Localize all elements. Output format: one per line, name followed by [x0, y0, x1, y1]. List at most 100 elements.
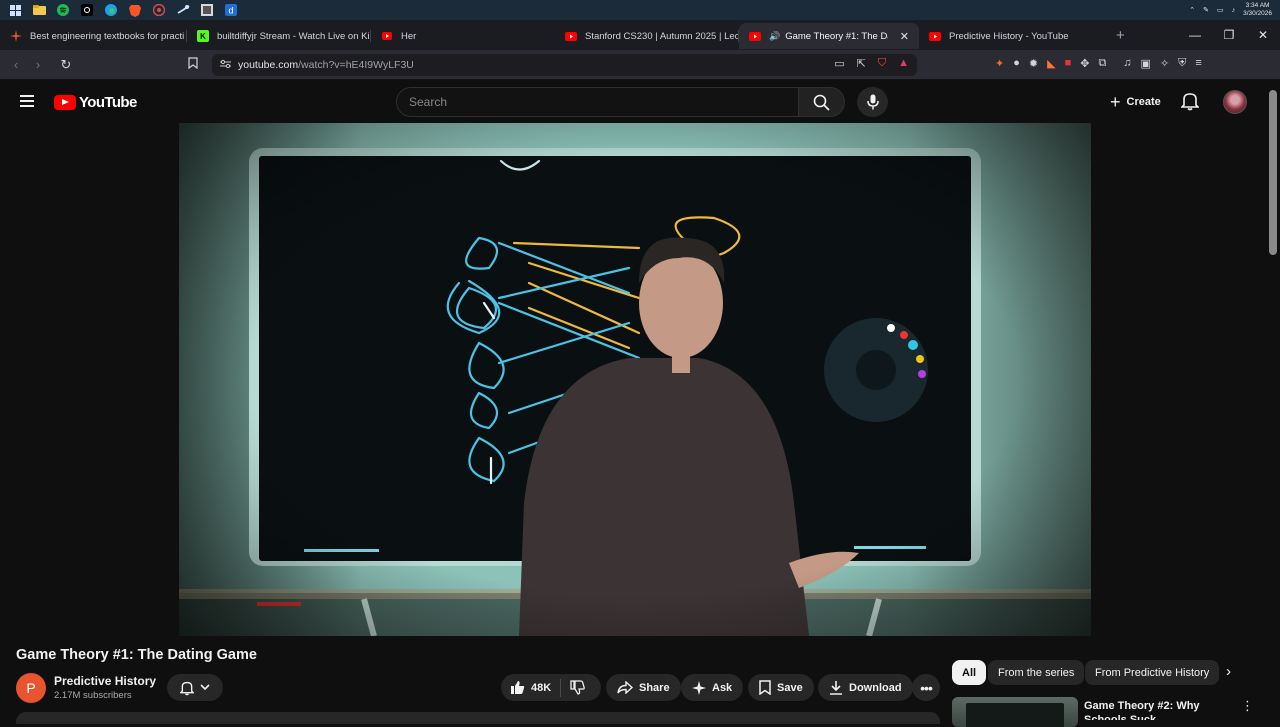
app-icon[interactable]: d: [222, 2, 240, 18]
video-title: Game Theory #1: The Dating Game: [16, 647, 257, 663]
site-settings-icon[interactable]: [212, 59, 238, 72]
extension-icon[interactable]: ✹: [1029, 57, 1038, 70]
save-label: Save: [777, 681, 803, 694]
video-player[interactable]: [179, 123, 1091, 636]
voice-search-button[interactable]: [857, 87, 888, 117]
vpn-icon[interactable]: ⛨: [1178, 57, 1186, 70]
wallet-icon[interactable]: ▣: [1141, 57, 1151, 70]
svg-text:d: d: [228, 6, 233, 16]
file-explorer-icon[interactable]: [30, 2, 48, 18]
download-button[interactable]: Download: [818, 674, 913, 701]
browser-tab[interactable]: K builtdiffyjr Stream - Watch Live on Ki: [187, 23, 371, 49]
brave-icon[interactable]: [126, 2, 144, 18]
media-icon[interactable]: ♫: [1123, 57, 1131, 70]
recommended-video-title[interactable]: Game Theory #2: Why Schools Suck: [1084, 699, 1234, 720]
tab-title: builtdiffyjr Stream - Watch Live on Ki: [217, 30, 370, 42]
microphone-icon: [866, 94, 879, 110]
app-icon[interactable]: [198, 2, 216, 18]
like-button[interactable]: 48K: [501, 674, 560, 701]
bookmark-icon[interactable]: [188, 57, 198, 72]
ask-button[interactable]: Ask: [681, 674, 744, 701]
audio-playing-icon[interactable]: 🔊: [769, 31, 780, 42]
youtube-logo[interactable]: YouTube: [54, 94, 137, 111]
back-icon[interactable]: ‹: [5, 57, 27, 72]
bell-icon: [180, 681, 194, 695]
dislike-button[interactable]: [561, 674, 594, 701]
search-icon: [813, 94, 830, 111]
video-frame: [179, 123, 1091, 636]
more-actions-button[interactable]: •••: [912, 674, 940, 701]
extension-icon[interactable]: ◣: [1047, 57, 1055, 70]
cast-icon[interactable]: ▭: [834, 57, 844, 70]
window-controls: — ❐ ✕: [1178, 20, 1280, 50]
close-window-icon[interactable]: ✕: [1246, 28, 1280, 42]
tab-title: Stanford CS230 | Autumn 2025 | Lect: [585, 30, 739, 42]
channel-name[interactable]: Predictive History: [54, 674, 156, 688]
brave-rewards-icon[interactable]: ▲: [898, 57, 909, 70]
search-button[interactable]: [798, 87, 845, 117]
edge-icon[interactable]: [102, 2, 120, 18]
steam-icon[interactable]: [174, 2, 192, 18]
address-bar[interactable]: youtube.com/watch?v=hE4I9WyLF3U ▭ ⇱ ⛉ ▲: [212, 54, 917, 76]
battery-icon[interactable]: ▭: [1217, 6, 1224, 14]
restore-icon[interactable]: ❐: [1212, 28, 1246, 42]
search-input[interactable]: [409, 95, 798, 109]
chevron-up-icon[interactable]: ⌃: [1189, 6, 1195, 14]
leo-ai-icon[interactable]: ✧: [1160, 57, 1169, 70]
windows-start-icon[interactable]: [6, 2, 24, 18]
chip-from-series[interactable]: From the series: [988, 660, 1085, 685]
youtube-favicon-icon: [381, 30, 393, 42]
share-page-icon[interactable]: ⇱: [857, 57, 866, 70]
hamburger-menu-icon[interactable]: [20, 95, 34, 107]
minimize-icon[interactable]: —: [1178, 28, 1212, 42]
spotify-icon[interactable]: [54, 2, 72, 18]
share-button[interactable]: Share: [606, 674, 681, 701]
new-tab-button[interactable]: +: [1116, 27, 1125, 44]
clock[interactable]: 3:34 AM 3/30/2026: [1243, 2, 1272, 18]
download-label: Download: [849, 681, 902, 694]
account-avatar[interactable]: [1223, 90, 1247, 114]
extension-icon[interactable]: ✦: [995, 57, 1004, 70]
browser-tab[interactable]: Stanford CS230 | Autumn 2025 | Lect: [555, 23, 739, 49]
extensions-row: ✦ ● ✹ ◣ ■ ✥ ⧉ ♫ ▣ ✧ ⛨ ≡: [995, 57, 1202, 70]
extension-icon[interactable]: ⧉: [1098, 57, 1106, 70]
description-box[interactable]: [16, 712, 940, 724]
more-vertical-icon[interactable]: ⋮: [1241, 698, 1254, 714]
channel-avatar[interactable]: P: [16, 673, 46, 703]
brave-shields-icon[interactable]: ⛉: [878, 57, 886, 70]
chip-all[interactable]: All: [952, 660, 987, 685]
thumbs-up-icon: [511, 681, 525, 694]
notifications-bell-icon[interactable]: [1180, 91, 1200, 116]
page-scrollbar[interactable]: [1269, 90, 1277, 255]
like-dislike-group: 48K: [501, 674, 601, 701]
create-button[interactable]: + Create: [1100, 89, 1171, 115]
close-tab-icon[interactable]: ✕: [900, 30, 909, 43]
kick-favicon-icon: K: [197, 30, 209, 42]
tab-title: Predictive History - YouTube: [949, 30, 1069, 42]
save-button[interactable]: Save: [748, 674, 814, 701]
like-count: 48K: [531, 681, 552, 694]
os-taskbar: d ⌃ ✎ ▭ ♪ 3:34 AM 3/30/2026: [0, 0, 1280, 20]
sparkle-icon: [692, 680, 706, 695]
recommended-video-thumbnail[interactable]: [952, 697, 1078, 727]
subscription-bell-button[interactable]: [167, 674, 223, 701]
browser-tab[interactable]: Predictive History - YouTube: [919, 23, 1104, 49]
ublock-icon[interactable]: ■: [1065, 57, 1072, 70]
browser-menu-icon[interactable]: ≡: [1195, 57, 1201, 70]
extension-icon[interactable]: ●: [1013, 57, 1020, 70]
app-icon[interactable]: [78, 2, 96, 18]
forward-icon[interactable]: ›: [27, 57, 49, 72]
extensions-puzzle-icon[interactable]: ✥: [1080, 57, 1089, 70]
reload-icon[interactable]: ↻: [55, 57, 77, 73]
browser-tab[interactable]: Her: [371, 23, 555, 49]
youtube-logo-icon: [54, 95, 76, 110]
pen-icon[interactable]: ✎: [1203, 6, 1209, 14]
url-host: youtube.com: [238, 59, 299, 71]
chip-from-channel[interactable]: From Predictive History: [1085, 660, 1220, 685]
chevron-right-icon[interactable]: ›: [1226, 663, 1231, 680]
browser-tab-active[interactable]: 🔊 Game Theory #1: The Dating ✕: [739, 23, 919, 49]
share-label: Share: [639, 681, 670, 694]
app-icon[interactable]: [150, 2, 168, 18]
browser-tab[interactable]: Best engineering textbooks for practi: [0, 23, 187, 49]
volume-icon[interactable]: ♪: [1232, 7, 1236, 14]
